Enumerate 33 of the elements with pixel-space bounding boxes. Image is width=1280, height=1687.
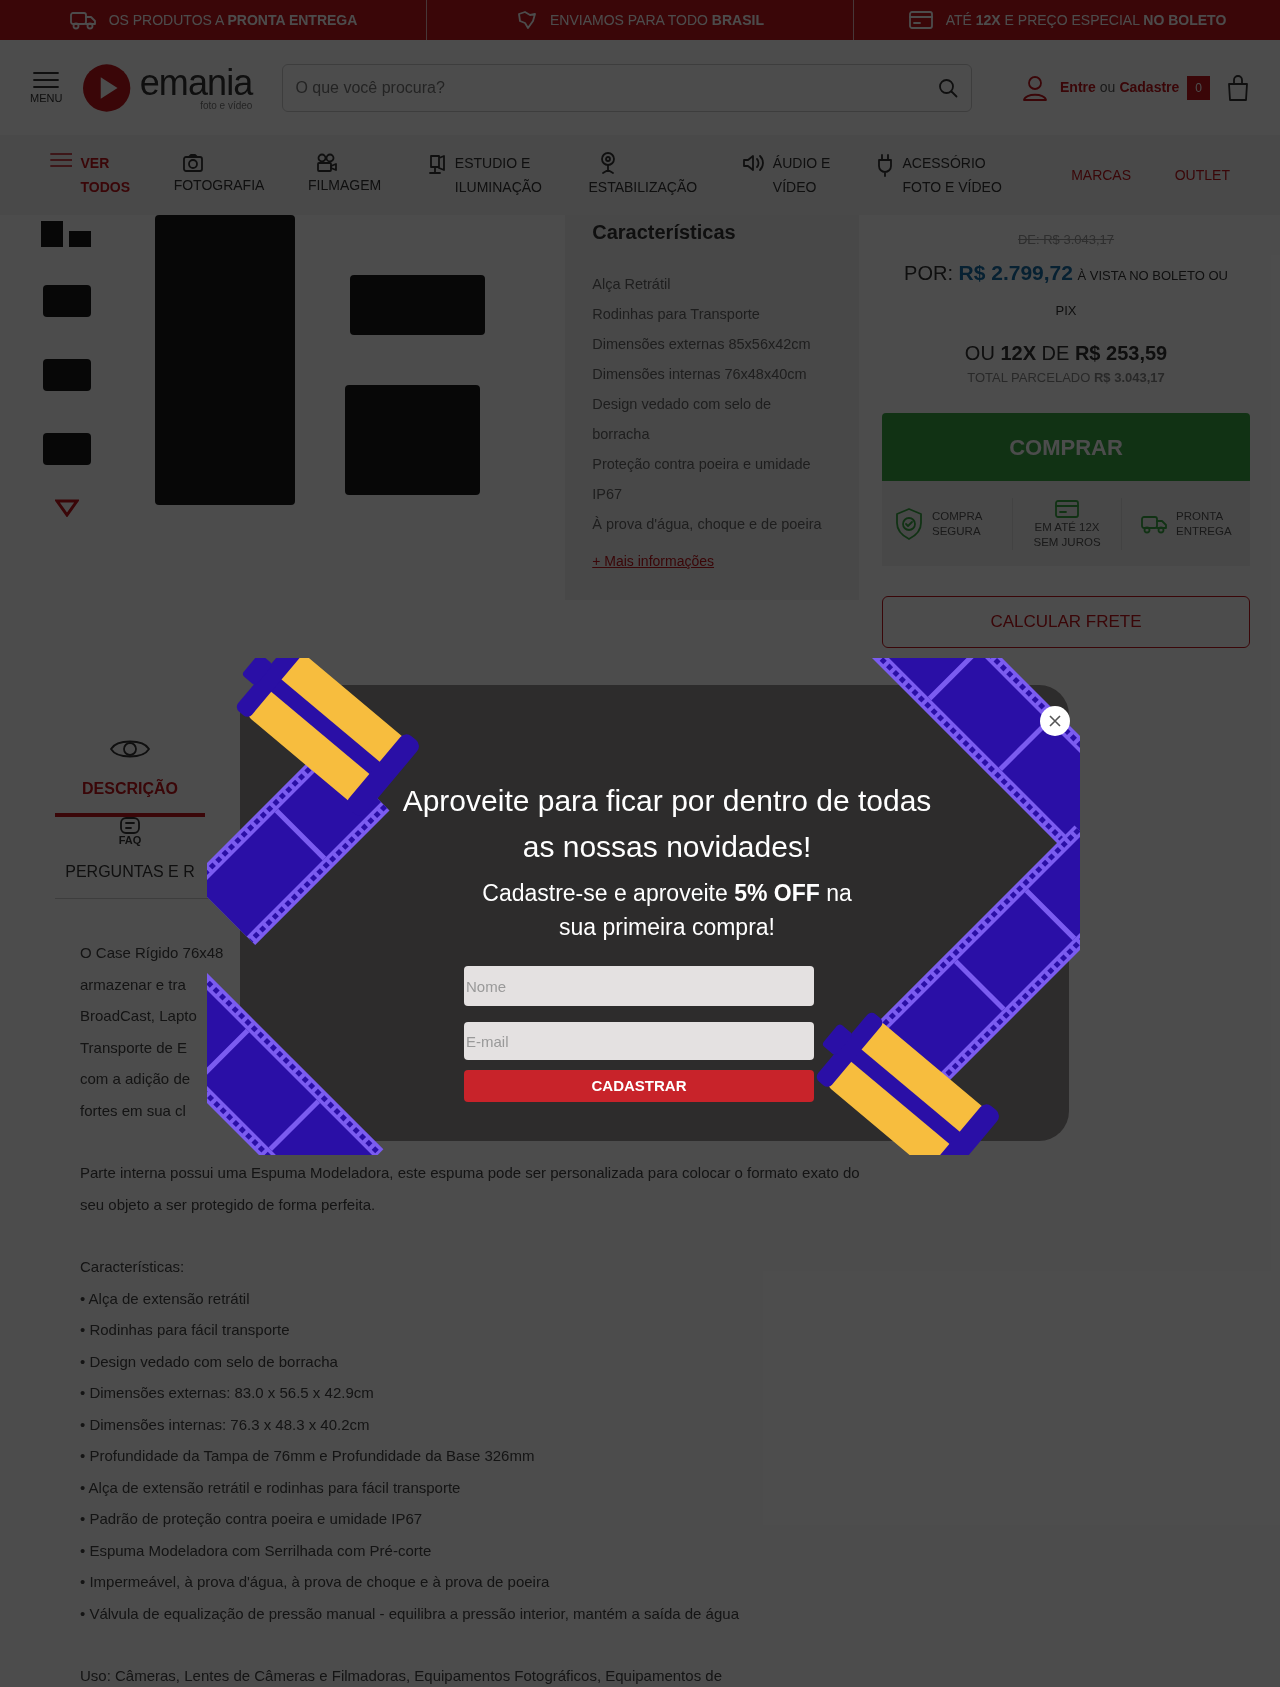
description-text: com a adição de	[80, 1069, 191, 1089]
features-title: Características	[592, 220, 737, 245]
list-item: • Alça de extensão retrátil e rodinhas para fácil transporte	[80, 1477, 461, 1498]
list-item: • Padrão de proteção contra poeira e umidade IP67	[80, 1509, 423, 1529]
description-text: armazenar e tra	[80, 974, 186, 995]
description-text: Transporte de E	[80, 1037, 187, 1058]
close-icon	[1049, 715, 1061, 727]
submit-button[interactable]: CADASTRAR	[464, 1070, 814, 1102]
name-field[interactable]: Nome	[464, 966, 814, 1006]
promo-text: ATÉ 12X E PREÇO ESPECIAL NO BOLETO	[945, 10, 1227, 30]
description-text: fortes em sua cl	[80, 1100, 186, 1121]
list-item: • Impermeável, à prova d'água, à prova de choque e à prova de poeira	[80, 1572, 550, 1592]
list-item: • Alça de extensão retrátil	[80, 1288, 250, 1309]
list-item: • Dimensões internas: 76.3 x 48.3 x 40.2cm	[80, 1414, 370, 1435]
list-item: • Espuma Modeladora com Serrilhada com Pré-corte	[80, 1540, 432, 1561]
promo-text: OS PRODUTOS A PRONTA ENTREGA	[108, 10, 358, 30]
promo-text: ENVIAMOS PARA TODO BRASIL	[550, 10, 764, 30]
usage-text: Uso: Câmeras, Lentes de Câmeras e Filmadoras, Equipamentos Fotográficos, Equipamentos de	[80, 1666, 723, 1686]
price-line: POR: R$ 2.799,72 À VISTA NO BOLETO OU PIX	[903, 259, 1229, 320]
installments-text: OU 12X DE R$ 253,59	[964, 340, 1168, 366]
description-text: O Case Rígido 76x48	[80, 943, 224, 963]
email-field[interactable]: E-mail	[464, 1022, 814, 1060]
list-item: • Design vedado com selo de borracha	[80, 1351, 338, 1372]
description-paragraph: Parte interna possui uma Espuma Modeladora, este espuma pode ser personalizada para colocar o formato exato do seu objeto a ser protegido de forma perfeita.	[80, 1163, 860, 1215]
description-text: BroadCast, Lapto	[80, 1006, 197, 1026]
logo-name: emania	[139, 64, 253, 101]
list-item: • Dimensões externas: 83.0 x 56.5 x 42.9cm	[80, 1383, 374, 1403]
popup-subtitle: Cadastre-se e aproveite 5% OFF na sua primeira compra!	[481, 879, 853, 942]
list-item: • Válvula de equalização de pressão manual - equilibra a pressão interior, mantém a saída de água	[80, 1603, 739, 1624]
list-item: • Rodinhas para fácil transporte	[80, 1320, 290, 1340]
popup-title: Aproveite para ficar por dentro de todas as nossas novidades!	[401, 783, 933, 865]
list-title: Características:	[80, 1257, 186, 1277]
list-item: • Profundidade da Tampa de 76mm e Profundidade da Base 326mm	[80, 1446, 535, 1466]
